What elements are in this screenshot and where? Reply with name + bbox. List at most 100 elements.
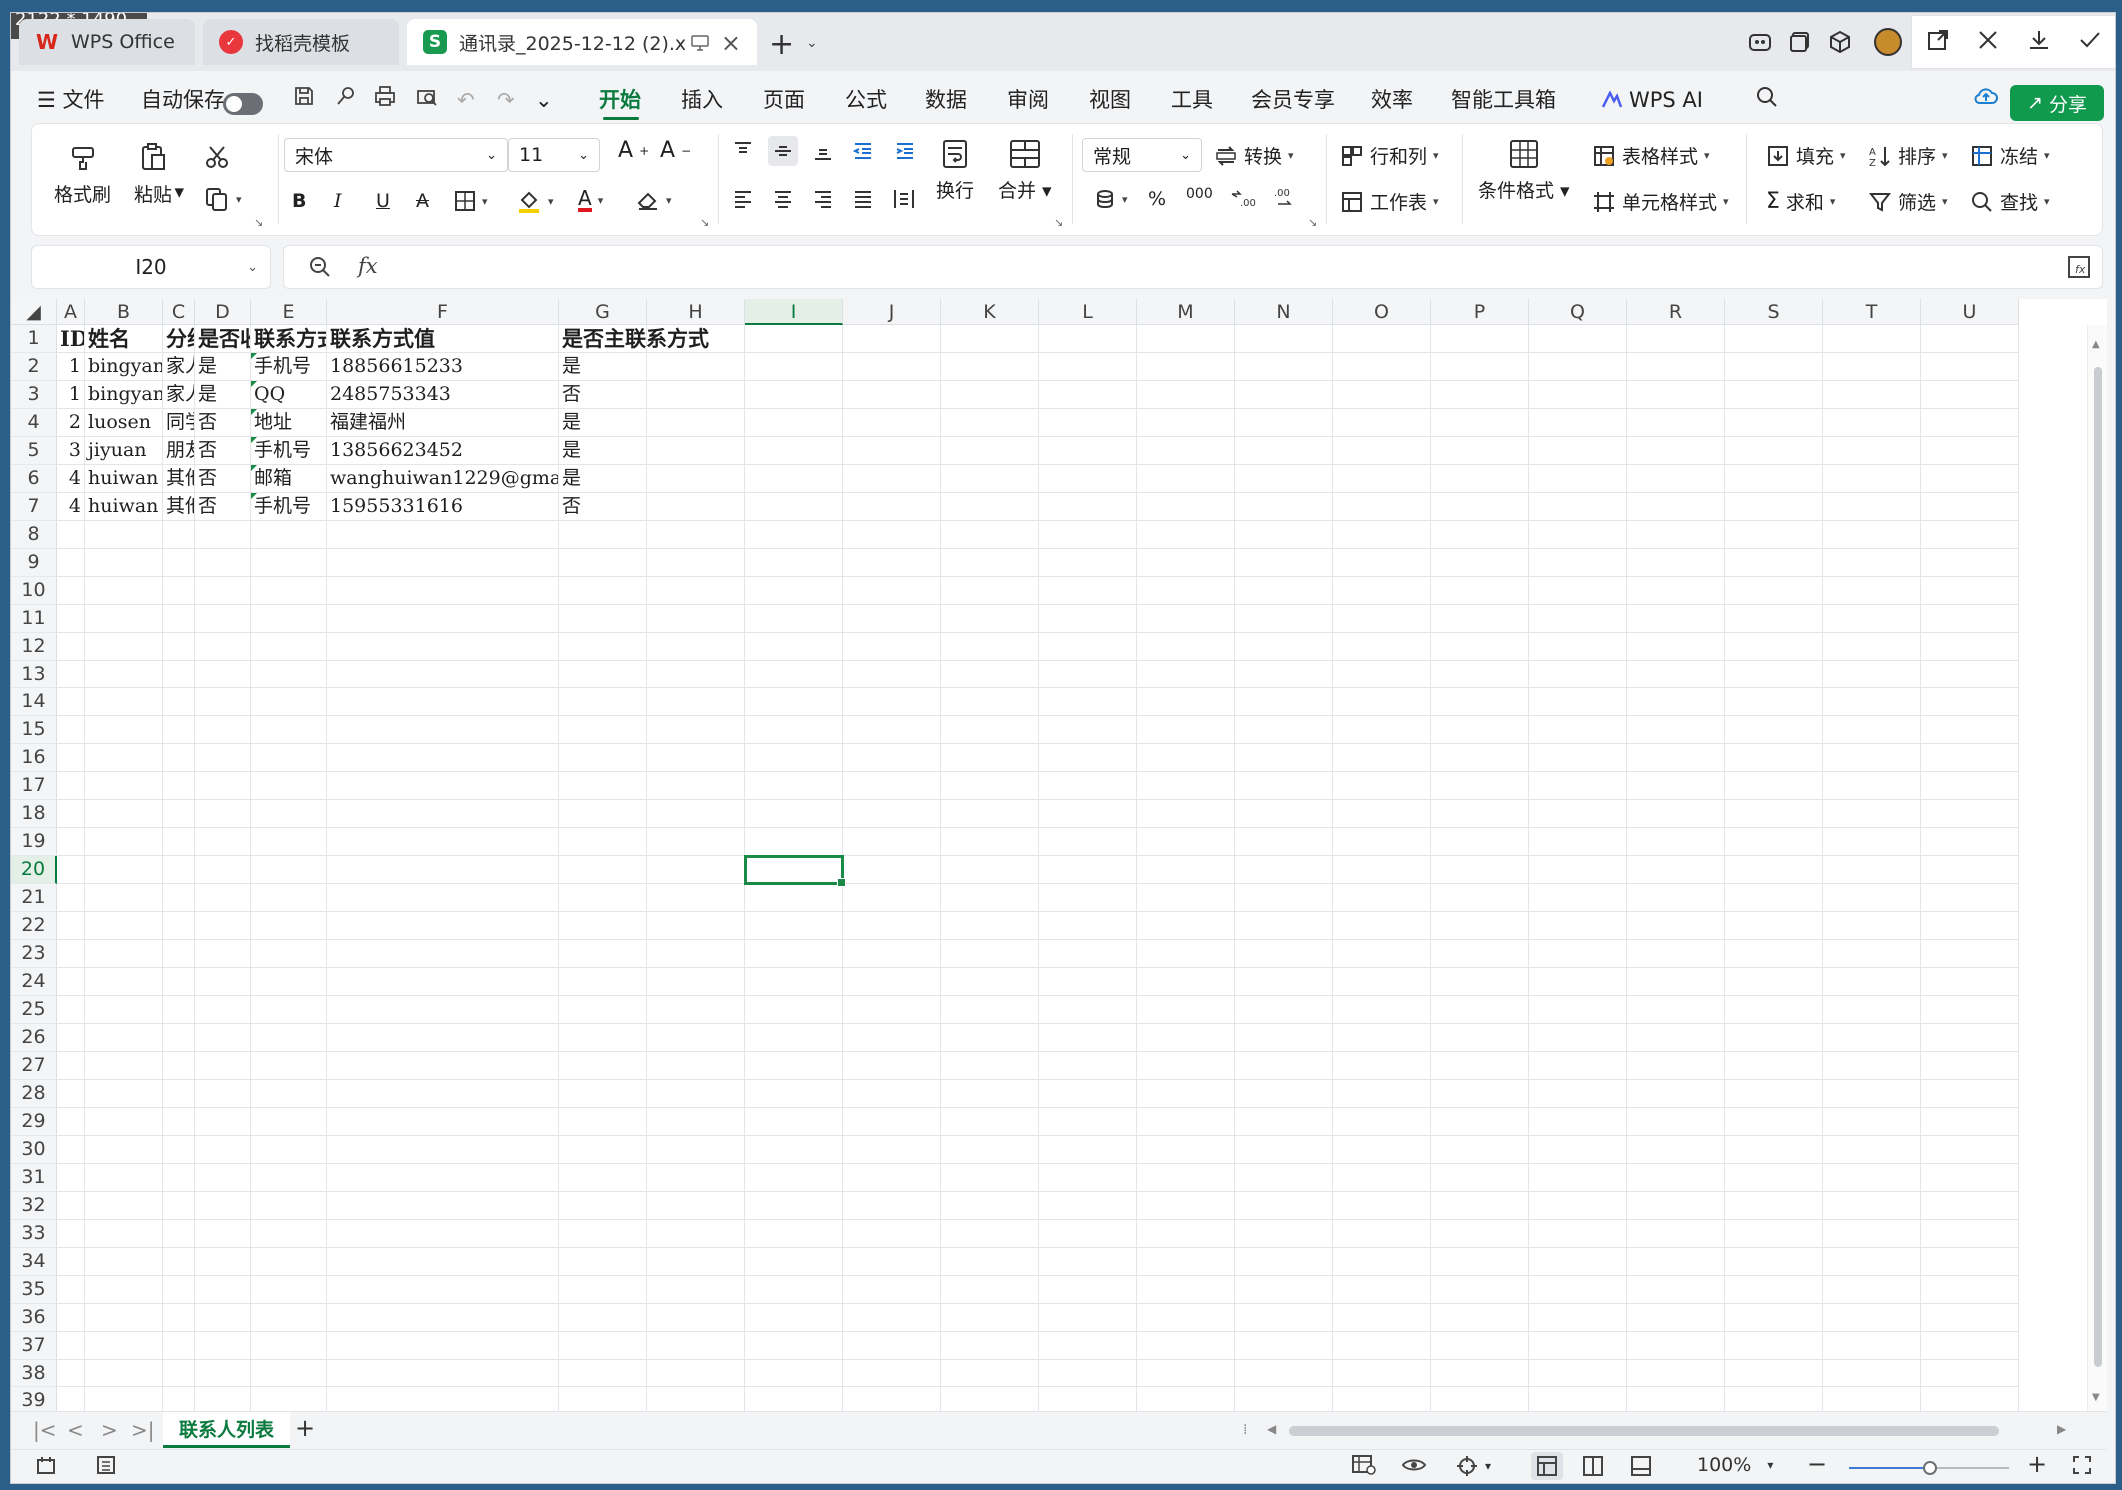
grid-cell[interactable] — [195, 1331, 251, 1360]
first-sheet-icon[interactable]: |< — [33, 1418, 57, 1442]
grid-cell[interactable] — [85, 1191, 163, 1220]
grid-cell[interactable] — [1921, 1275, 2019, 1304]
grid-cell[interactable] — [251, 1387, 327, 1411]
grid-cell[interactable] — [57, 1079, 85, 1108]
grid-cell[interactable] — [1529, 940, 1627, 969]
grid-cell[interactable] — [195, 996, 251, 1024]
grid-cell[interactable] — [1823, 1135, 1921, 1164]
grid-cell[interactable] — [327, 912, 559, 941]
grid-cell[interactable] — [843, 1303, 941, 1332]
grid-cell[interactable] — [1137, 1024, 1235, 1052]
grid-cell[interactable] — [163, 1331, 195, 1360]
grid-cell[interactable] — [745, 464, 843, 493]
grid-cell[interactable] — [163, 1051, 195, 1080]
grid-cell[interactable] — [57, 1331, 85, 1360]
grid-cell[interactable] — [1039, 548, 1137, 577]
header-cell[interactable]: 姓名 — [85, 325, 163, 353]
grid-cell[interactable] — [57, 828, 85, 857]
grid-cell[interactable] — [1921, 1135, 2019, 1164]
grid-cell[interactable] — [1235, 1275, 1333, 1304]
grid-cell[interactable] — [1627, 325, 1725, 353]
macro-record-icon[interactable] — [35, 1454, 57, 1476]
grid-cell[interactable] — [1431, 800, 1529, 829]
grid-cell[interactable] — [1921, 380, 2019, 409]
grid-cell[interactable] — [1039, 912, 1137, 941]
grid-cell[interactable] — [1627, 380, 1725, 409]
grid-cell[interactable] — [1529, 408, 1627, 437]
data-cell[interactable]: 3 — [57, 436, 85, 465]
number-format-select[interactable]: 常规 ⌄ — [1082, 138, 1202, 172]
grid-cell[interactable] — [559, 1107, 647, 1136]
new-tab-plus-icon[interactable]: + — [769, 27, 794, 62]
row-header[interactable]: 18 — [11, 800, 57, 829]
grid-cell[interactable] — [1725, 492, 1823, 521]
grid-cell[interactable] — [745, 352, 843, 381]
grid-cell[interactable] — [1823, 1303, 1921, 1332]
grid-cell[interactable] — [163, 1303, 195, 1332]
grid-cell[interactable] — [1627, 856, 1725, 885]
tab-efficiency[interactable]: 效率 — [1371, 85, 1413, 115]
grid-cell[interactable] — [1137, 800, 1235, 829]
grid-cell[interactable] — [57, 604, 85, 633]
grid-cell[interactable] — [1627, 1331, 1725, 1360]
grid-cell[interactable] — [327, 744, 559, 773]
align-center-icon[interactable] — [772, 188, 794, 210]
grid-cell[interactable] — [1235, 912, 1333, 941]
grid-cell[interactable] — [251, 520, 327, 549]
grid-cell[interactable] — [85, 996, 163, 1024]
row-header[interactable]: 30 — [11, 1135, 57, 1164]
grid-cell[interactable] — [327, 884, 559, 913]
grid-cell[interactable] — [745, 772, 843, 801]
grid-cell[interactable] — [1529, 436, 1627, 465]
grid-cell[interactable] — [327, 800, 559, 829]
grid-cell[interactable] — [1333, 464, 1431, 493]
grid-cell[interactable] — [57, 1303, 85, 1332]
grid-cell[interactable] — [1921, 996, 2019, 1024]
grid-cell[interactable] — [327, 660, 559, 689]
paste-button[interactable]: 粘贴 ▾ — [134, 142, 184, 207]
grid-cell[interactable] — [1137, 548, 1235, 577]
grid-cell[interactable] — [1823, 968, 1921, 997]
grid-cell[interactable] — [163, 1163, 195, 1192]
row-header[interactable]: 12 — [11, 632, 57, 661]
grid-cell[interactable] — [843, 1024, 941, 1052]
grid-cell[interactable] — [559, 912, 647, 941]
row-header[interactable]: 11 — [11, 604, 57, 633]
grid-cell[interactable] — [1725, 1303, 1823, 1332]
grid-cell[interactable] — [1823, 744, 1921, 773]
grid-cell[interactable] — [1235, 1359, 1333, 1388]
row-header[interactable]: 24 — [11, 968, 57, 997]
data-cell[interactable]: 18856615233 — [327, 352, 559, 381]
grid-cell[interactable] — [1627, 800, 1725, 829]
autosave-toggle[interactable] — [223, 93, 263, 115]
grid-cell[interactable] — [1725, 1331, 1823, 1360]
grid-cell[interactable] — [1921, 1163, 2019, 1192]
grid-cell[interactable] — [941, 1331, 1039, 1360]
grid-cell[interactable] — [559, 828, 647, 857]
grid-cell[interactable] — [57, 520, 85, 549]
grid-cell[interactable] — [1137, 1275, 1235, 1304]
tab-page[interactable]: 页面 — [763, 85, 805, 115]
spreadsheet-grid[interactable]: ◢ ▲ ▼ A B C D E F G H I J K L M N O P Q R S T U 1 2 3 4 5 6 7 8 9 10 11… — [11, 299, 2107, 1411]
grid-cell[interactable] — [57, 744, 85, 773]
prev-sheet-icon[interactable]: < — [67, 1418, 84, 1442]
grid-cell[interactable] — [647, 1107, 745, 1136]
grid-cell[interactable] — [57, 1275, 85, 1304]
data-cell[interactable]: wanghuiwan1229@gmail — [327, 464, 559, 493]
grid-cell[interactable] — [251, 800, 327, 829]
grid-cell[interactable] — [647, 1135, 745, 1164]
data-cell[interactable]: 是 — [559, 408, 647, 437]
search-icon[interactable] — [1755, 85, 1779, 115]
grid-cell[interactable] — [163, 716, 195, 745]
zoom-out-icon[interactable]: − — [1807, 1450, 1827, 1478]
grid-cell[interactable] — [1725, 632, 1823, 661]
grid-cell[interactable] — [1333, 1163, 1431, 1192]
eye-protection-icon[interactable] — [1401, 1454, 1427, 1476]
grid-cell[interactable] — [1823, 408, 1921, 437]
grid-cell[interactable] — [1333, 1024, 1431, 1052]
grid-cell[interactable] — [1921, 716, 2019, 745]
grid-cell[interactable] — [843, 1107, 941, 1136]
tab-docer-templates[interactable]: ✓ 找稻壳模板 — [203, 19, 399, 65]
grid-cell[interactable] — [1039, 436, 1137, 465]
select-all-corner[interactable]: ◢ — [11, 299, 57, 325]
